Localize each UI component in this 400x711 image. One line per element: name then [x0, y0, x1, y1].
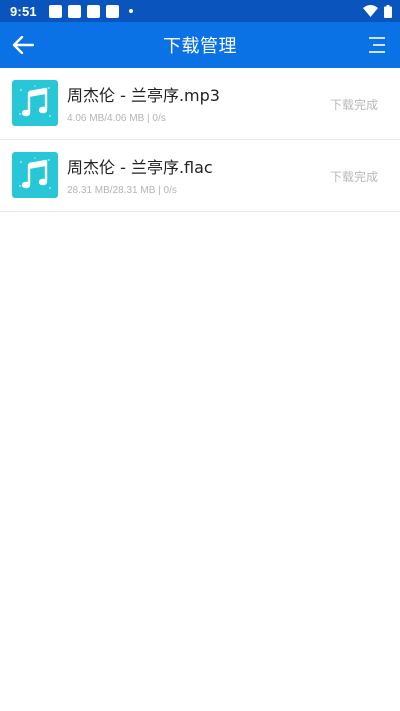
download-list: 周杰伦 - 兰亭序.mp3 4.06 MB/4.06 MB | 0/s 下载完成…: [0, 68, 400, 212]
battery-icon: [384, 4, 392, 18]
file-size-speed: 28.31 MB/28.31 MB | 0/s: [67, 185, 177, 196]
music-note-icon: [12, 152, 58, 198]
status-bar: 9:51: [0, 0, 400, 22]
notification-icon: [48, 4, 62, 18]
menu-icon: [369, 37, 385, 53]
back-button[interactable]: [8, 31, 38, 59]
notification-dot-icon: [128, 9, 133, 13]
file-name: 周杰伦 - 兰亭序.mp3: [67, 86, 220, 105]
download-status: 下载完成: [329, 98, 378, 112]
status-time: 9:51: [10, 3, 37, 19]
file-name: 周杰伦 - 兰亭序.flac: [67, 158, 213, 177]
page-title: 下载管理: [163, 36, 237, 57]
download-status: 下载完成: [329, 170, 378, 184]
music-note-icon: [12, 80, 58, 126]
notification-icon: [67, 4, 81, 18]
file-size-speed: 4.06 MB/4.06 MB | 0/s: [67, 113, 166, 124]
download-item[interactable]: 周杰伦 - 兰亭序.mp3 4.06 MB/4.06 MB | 0/s 下载完成: [0, 68, 400, 140]
notification-icon: [105, 4, 119, 18]
arrow-left-icon: [12, 36, 34, 54]
download-item[interactable]: 周杰伦 - 兰亭序.flac 28.31 MB/28.31 MB | 0/s 下…: [0, 140, 400, 212]
wifi-icon: [363, 5, 378, 17]
notification-icon: [86, 4, 100, 18]
app-bar: 下载管理: [0, 22, 400, 68]
menu-button[interactable]: [364, 32, 390, 58]
